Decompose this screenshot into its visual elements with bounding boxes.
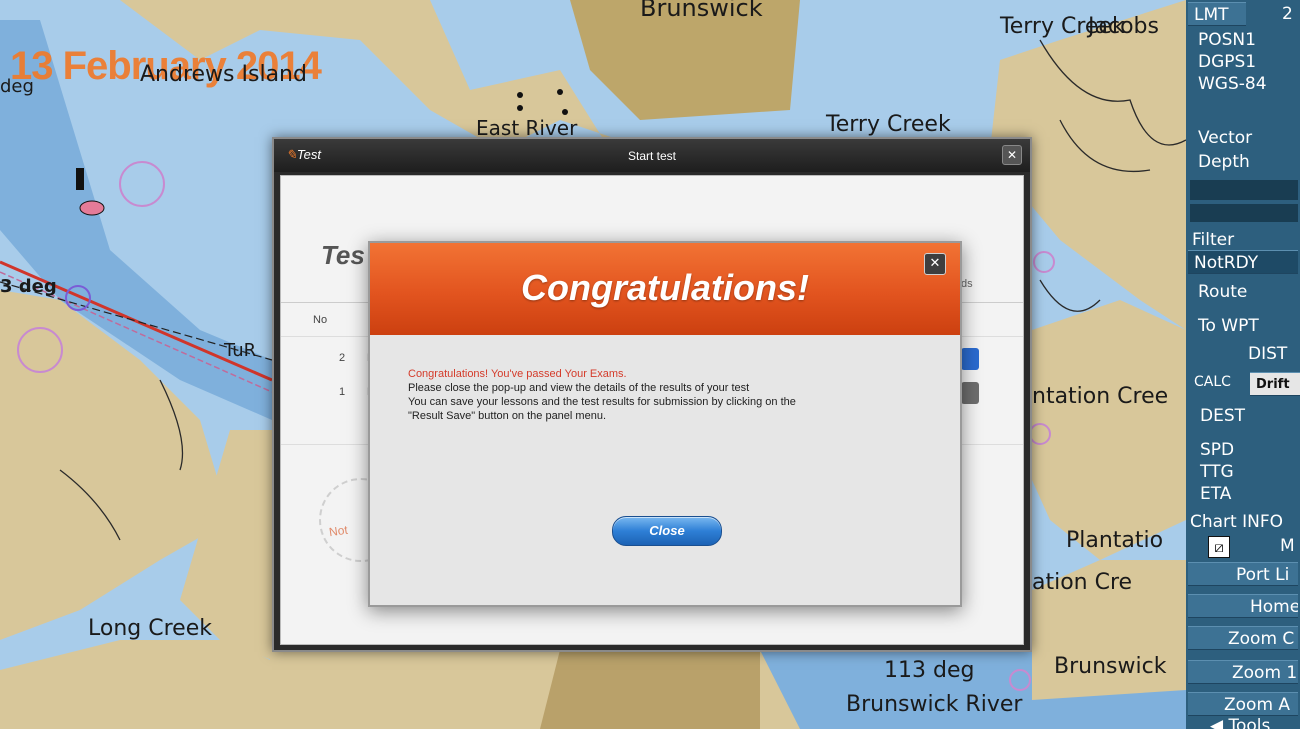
dist-label: DIST bbox=[1248, 344, 1288, 364]
label-deg-left: deg bbox=[0, 76, 34, 97]
dest-label: DEST bbox=[1200, 406, 1246, 426]
dgps-source: DGPS1 bbox=[1198, 52, 1257, 72]
col-header-no: No bbox=[313, 314, 328, 326]
depth-label: Depth bbox=[1198, 152, 1250, 172]
tools-arrow-icon: ◀ bbox=[1210, 716, 1229, 729]
spd-label: SPD bbox=[1200, 440, 1235, 460]
drift-button[interactable]: Drift bbox=[1250, 372, 1300, 396]
test-window-close-button[interactable]: ✕ bbox=[1002, 145, 1022, 165]
close-button[interactable]: Close bbox=[612, 516, 722, 546]
label-andrews-island: Andrews Island bbox=[140, 62, 307, 87]
label-plantation-creek-3: ation Cre bbox=[1032, 570, 1133, 595]
message-line-passed: Congratulations! You've passed Your Exam… bbox=[408, 368, 627, 380]
zoom-a-button[interactable]: Zoom A bbox=[1188, 692, 1298, 716]
ttg-label: TTG bbox=[1200, 462, 1234, 482]
port-list-button[interactable]: Port Li bbox=[1188, 562, 1298, 586]
datum-label: WGS-84 bbox=[1198, 74, 1267, 94]
label-plantation-creek-1: ntation Cree bbox=[1032, 384, 1169, 409]
row-no: 1 bbox=[339, 386, 346, 398]
panel-slot-2 bbox=[1190, 204, 1298, 222]
congratulations-dialog: Congratulations! ✕ Congratulations! You'… bbox=[368, 241, 962, 607]
lmt-button[interactable]: LMT bbox=[1188, 2, 1246, 26]
congratulations-title: Congratulations! bbox=[521, 267, 809, 308]
test-results-title: Tes bbox=[321, 240, 365, 270]
label-long-creek: Long Creek bbox=[88, 616, 212, 641]
slash-toggle-icon[interactable]: ⧄ bbox=[1208, 536, 1230, 558]
notrdy-status[interactable]: NotRDY bbox=[1188, 250, 1298, 274]
label-plantation-2: Plantatio bbox=[1066, 528, 1164, 553]
tools-button[interactable]: ◀ Tools bbox=[1186, 716, 1300, 729]
test-window-titlebar[interactable]: ✎Test Start test ✕ bbox=[274, 139, 1030, 172]
posn-source: POSN1 bbox=[1198, 30, 1256, 50]
label-113-deg: 113 deg bbox=[884, 658, 975, 683]
zoom-1-button[interactable]: Zoom 1 bbox=[1188, 660, 1298, 684]
test-results-header-right: ds bbox=[961, 278, 973, 290]
label-jacobs: Jacobs bbox=[1088, 14, 1159, 39]
vector-label: Vector bbox=[1198, 128, 1253, 148]
label-terry-creek-mid: Terry Creek bbox=[826, 112, 951, 137]
ecdis-side-panel: LMT 2 POSN1 DGPS1 WGS-84 Vector Depth Fi… bbox=[1186, 0, 1300, 729]
route-button[interactable]: Route bbox=[1186, 282, 1300, 302]
test-window-subtitle: Start test bbox=[627, 149, 677, 163]
message-line-save: You can save your lessons and the test r… bbox=[408, 396, 796, 408]
label-tu: TuR bbox=[224, 340, 257, 361]
home-button[interactable]: Home bbox=[1188, 594, 1298, 618]
row-action-button[interactable] bbox=[961, 348, 979, 370]
label-three-deg: 3 deg bbox=[0, 276, 57, 297]
label-brunswick-river: Brunswick River bbox=[846, 692, 1023, 717]
chart-info-m[interactable]: M bbox=[1280, 536, 1300, 556]
lmt-value: 2 bbox=[1282, 4, 1293, 24]
chart-info-label: Chart INFO bbox=[1190, 512, 1284, 532]
eta-label: ETA bbox=[1200, 484, 1232, 504]
zoom-c-button[interactable]: Zoom C bbox=[1188, 626, 1298, 650]
to-wpt-label: To WPT bbox=[1198, 316, 1259, 336]
filter-label: Filter bbox=[1192, 230, 1235, 250]
dialog-close-button[interactable]: ✕ bbox=[924, 253, 946, 275]
panel-slot-1 bbox=[1190, 180, 1298, 200]
result-stamp-text: Not bbox=[328, 522, 349, 540]
row-action-button[interactable] bbox=[961, 382, 979, 404]
tools-label: Tools bbox=[1228, 716, 1271, 729]
row-no: 2 bbox=[339, 352, 346, 364]
label-brunswick-bottom: Brunswick bbox=[1054, 654, 1167, 679]
message-line-result-save: "Result Save" button on the panel menu. bbox=[408, 410, 606, 422]
message-line-close-popup: Please close the pop-up and view the det… bbox=[408, 382, 750, 394]
congratulations-header: Congratulations! ✕ bbox=[370, 243, 960, 335]
label-brunswick-top: Brunswick bbox=[640, 0, 763, 22]
congratulations-message: Congratulations! You've passed Your Exam… bbox=[408, 367, 938, 423]
